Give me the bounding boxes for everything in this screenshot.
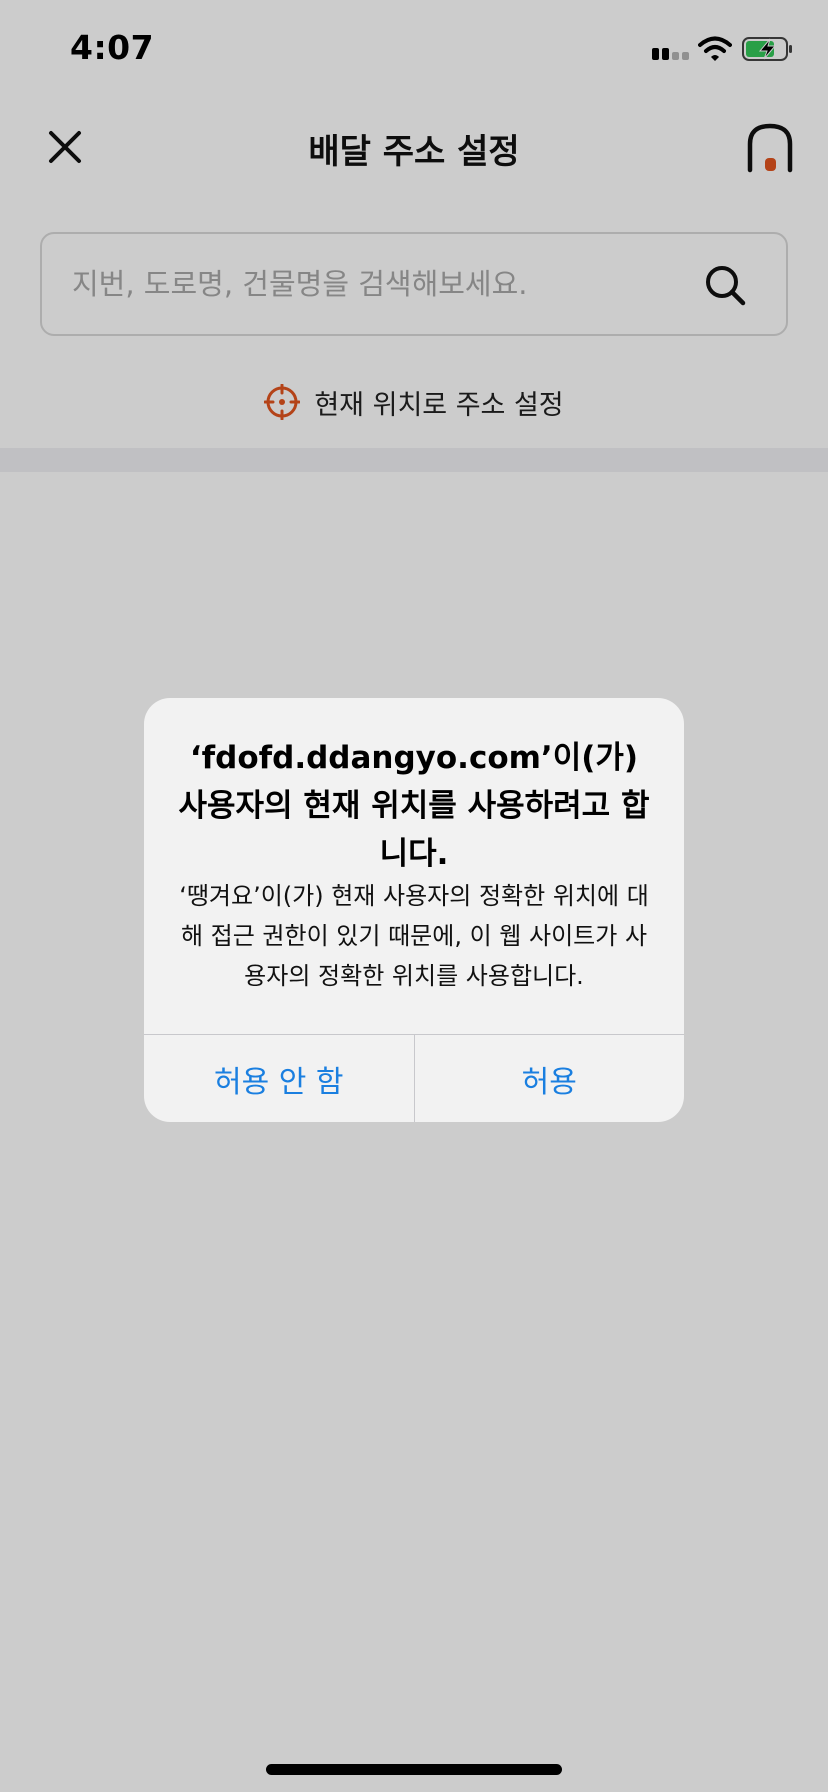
home-indicator[interactable] [266, 1764, 562, 1775]
alert-message: ‘땡겨요’이(가) 현재 사용자의 정확한 위치에 대해 접근 권한이 있기 때… [179, 882, 649, 990]
allow-button[interactable]: 허용 [413, 1035, 685, 1122]
deny-button[interactable]: 허용 안 함 [144, 1035, 414, 1122]
alert-actions: 허용 안 함 허용 [144, 1034, 684, 1122]
address-settings-screen: 4:07 배달 주소 설정 지번, 도로명, 건물명을 검색해보세요. 현재 위… [0, 0, 828, 1792]
alert-title: ‘fdofd.ddangyo.com’이(가) 사용자의 현재 위치를 사용하려… [178, 740, 650, 872]
location-permission-alert: ‘fdofd.ddangyo.com’이(가) 사용자의 현재 위치를 사용하려… [144, 698, 684, 1122]
